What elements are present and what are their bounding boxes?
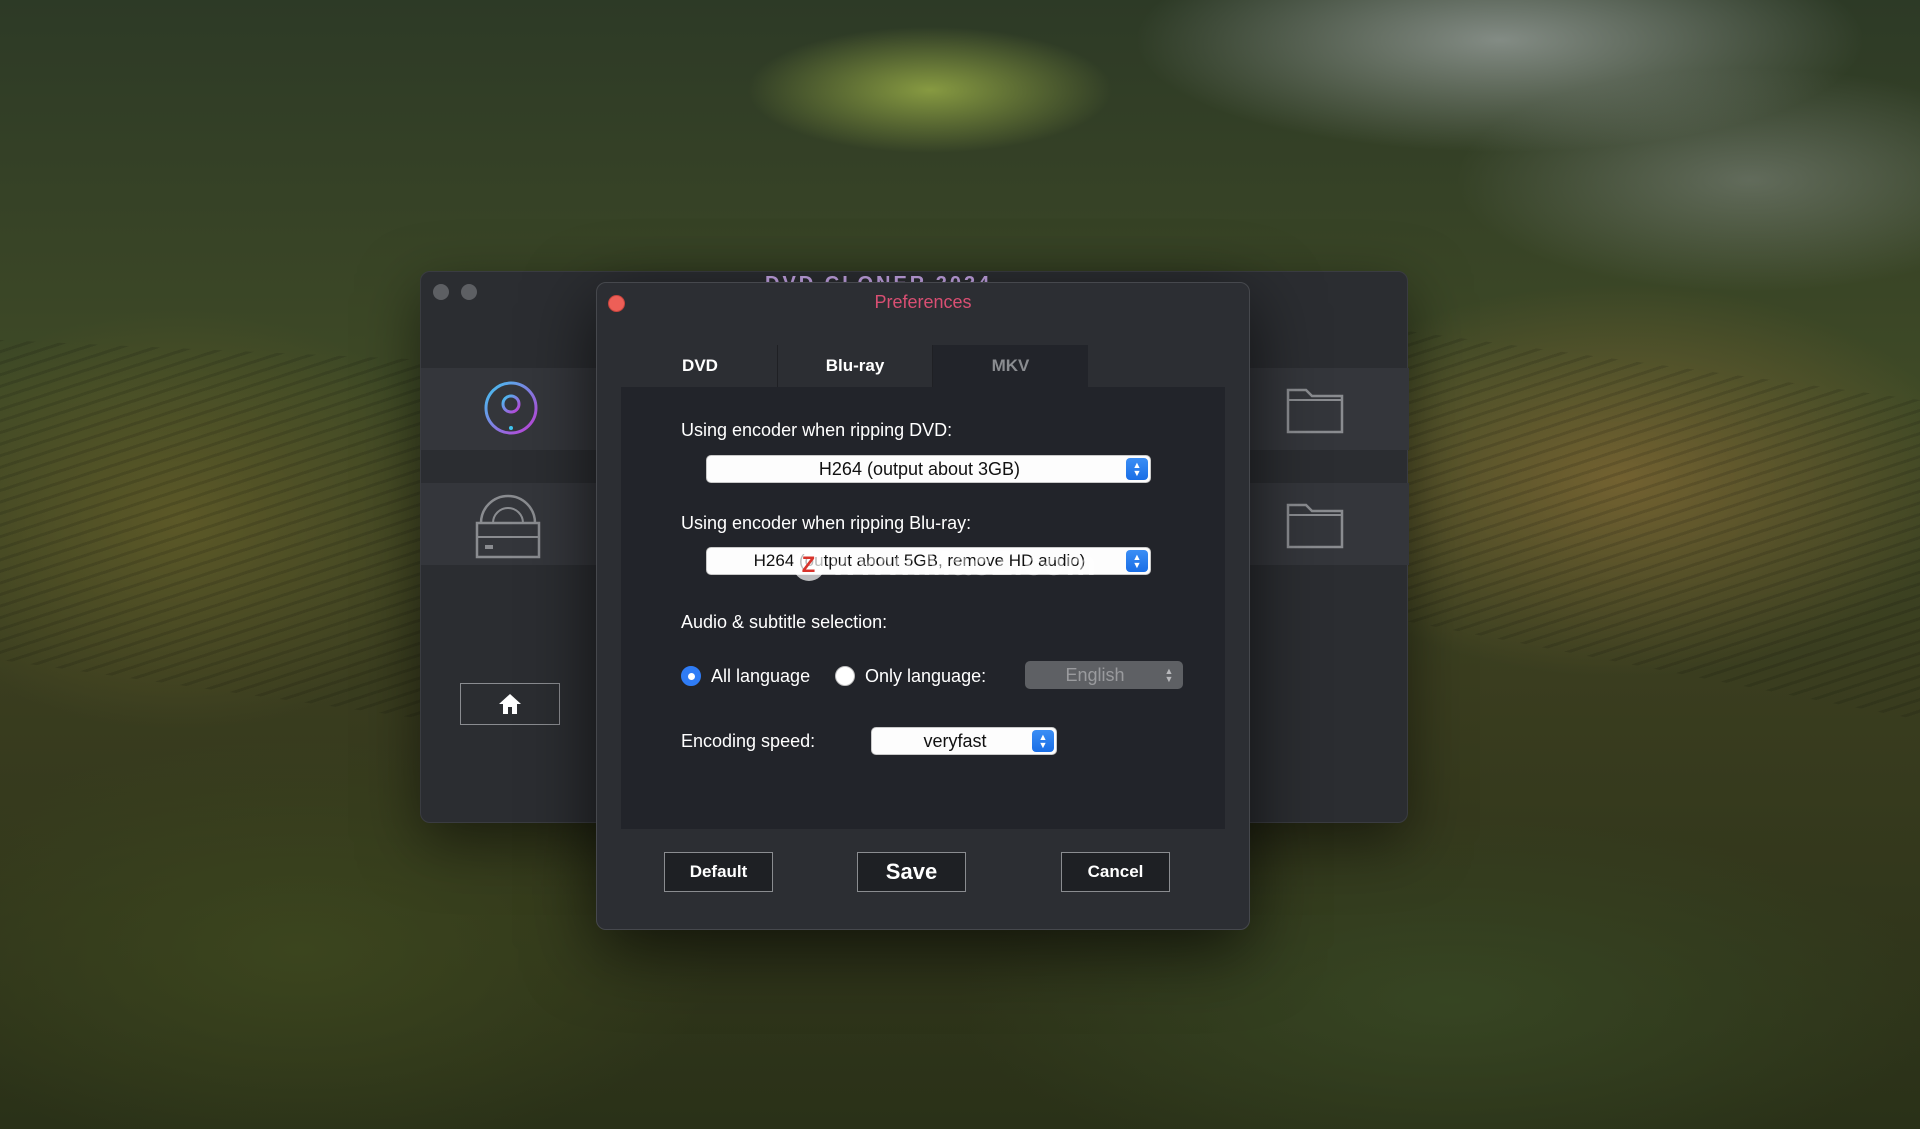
select-stepper-icon: ▲ ▼ bbox=[1164, 666, 1174, 684]
tab-mkv[interactable]: MKV bbox=[933, 345, 1088, 387]
minimize-window-button[interactable] bbox=[461, 284, 477, 300]
all-language-radio[interactable] bbox=[681, 666, 701, 686]
only-language-radio[interactable] bbox=[835, 666, 855, 686]
tab-bluray[interactable]: Blu-ray bbox=[778, 345, 933, 387]
bluray-encoder-select[interactable]: H264 (output about 5GB, remove HD audio)… bbox=[706, 547, 1151, 575]
folder-icon[interactable] bbox=[1285, 382, 1345, 436]
preferences-dialog: Preferences DVD Blu-ray MKV Using encode… bbox=[596, 282, 1250, 930]
dvd-encoder-select[interactable]: H264 (output about 3GB) ▲ ▼ bbox=[706, 455, 1151, 483]
language-value: English bbox=[1065, 664, 1125, 685]
audio-subtitle-label: Audio & subtitle selection: bbox=[681, 612, 888, 632]
cancel-button[interactable]: Cancel bbox=[1061, 852, 1170, 892]
save-button[interactable]: Save bbox=[857, 852, 966, 892]
dvd-encoder-value: H264 (output about 3GB) bbox=[818, 458, 1021, 479]
encoding-speed-label: Encoding speed: bbox=[681, 731, 816, 751]
tab-bar: DVD Blu-ray MKV bbox=[623, 345, 1088, 387]
tab-panel-mkv: Using encoder when ripping DVD: H264 (ou… bbox=[621, 387, 1225, 829]
encoding-speed-select[interactable]: veryfast ▲ ▼ bbox=[871, 727, 1057, 755]
folder-icon[interactable] bbox=[1285, 497, 1345, 551]
all-language-label: All language bbox=[711, 666, 811, 686]
encoding-speed-value: veryfast bbox=[923, 730, 987, 751]
bluray-encoder-label: Using encoder when ripping Blu-ray: bbox=[681, 513, 972, 533]
default-button[interactable]: Default bbox=[664, 852, 773, 892]
only-language-label: Only language: bbox=[865, 666, 987, 686]
select-stepper-icon: ▲ ▼ bbox=[1126, 458, 1148, 480]
disc-help-icon[interactable] bbox=[481, 378, 541, 442]
disc-drive-icon[interactable] bbox=[473, 489, 543, 561]
window-controls bbox=[433, 284, 477, 300]
language-select[interactable]: English ▲ ▼ bbox=[1025, 661, 1183, 689]
close-window-button[interactable] bbox=[433, 284, 449, 300]
select-stepper-icon: ▲ ▼ bbox=[1032, 730, 1054, 752]
tab-dvd[interactable]: DVD bbox=[623, 345, 778, 387]
select-stepper-icon: ▲ ▼ bbox=[1126, 550, 1148, 572]
dvd-encoder-label: Using encoder when ripping DVD: bbox=[681, 420, 953, 440]
dialog-title: Preferences bbox=[874, 292, 972, 312]
home-icon bbox=[499, 694, 521, 714]
home-button[interactable] bbox=[460, 683, 560, 725]
bluray-encoder-value: H264 (output about 5GB, remove HD audio) bbox=[753, 551, 1086, 570]
